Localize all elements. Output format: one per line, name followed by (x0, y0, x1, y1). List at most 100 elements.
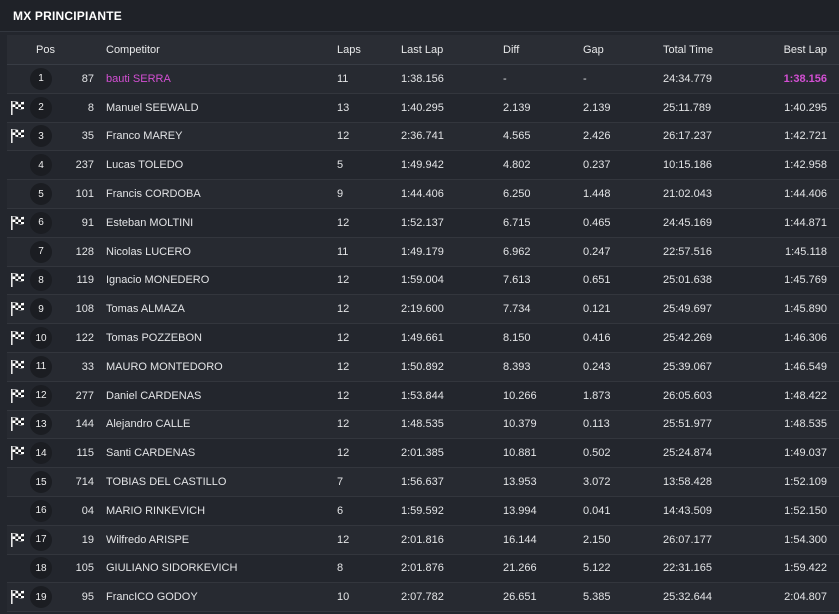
competitor-name[interactable]: Alejandro CALLE (106, 418, 190, 430)
rider-number: 91 (81, 216, 94, 229)
diff-cell: 6.250 (503, 188, 531, 201)
table-row[interactable]: 17 19 Wilfredo ARISPE 12 2:01.816 16.144 2.150… (7, 525, 839, 555)
best-lap-cell: 1:49.037 (784, 447, 827, 460)
gap-cell: 2.150 (583, 533, 611, 546)
best-lap-cell: 1:40.295 (784, 101, 827, 114)
competitor-name[interactable]: Francis CORDOBA (106, 188, 201, 200)
table-row[interactable]: 2 8 Manuel SEEWALD 13 1:40.295 2.139 2.139 25:1… (7, 93, 839, 123)
diff-cell: 10.266 (503, 389, 537, 402)
last-lap-cell: 1:53.844 (401, 389, 444, 402)
competitor-name[interactable]: FrancICO GODOY (106, 591, 198, 603)
laps-cell: 13 (337, 101, 350, 114)
diff-cell: 13.994 (503, 504, 537, 517)
competitor-name[interactable]: Tomas POZZEBON (106, 332, 202, 344)
gap-cell: 2.426 (583, 130, 611, 143)
competitor-name[interactable]: Santi CARDENAS (106, 447, 195, 459)
header-last-lap[interactable]: Last Lap (401, 44, 443, 56)
total-time-cell: 25:32.644 (663, 591, 712, 604)
last-lap-cell: 1:49.661 (401, 332, 444, 345)
best-lap-cell: 1:44.406 (784, 188, 827, 201)
best-lap-cell: 1:44.871 (784, 216, 827, 229)
last-lap-cell: 1:48.535 (401, 418, 444, 431)
header-gap[interactable]: Gap (583, 44, 604, 56)
last-lap-cell: 2:01.876 (401, 562, 444, 575)
competitor-name[interactable]: MAURO MONTEDORO (106, 361, 223, 373)
header-competitor[interactable]: Competitor (106, 44, 160, 56)
table-row[interactable]: 5 101 Francis CORDOBA 9 1:44.406 6.250 1.448 21… (7, 180, 839, 209)
rider-number: 119 (76, 274, 94, 287)
competitor-name[interactable]: Wilfredo ARISPE (106, 534, 189, 546)
table-row[interactable]: 13 144 Alejandro CALLE 12 1:48.535 10.379 0.11… (7, 410, 839, 440)
table-row[interactable]: 7 128 Nicolas LUCERO 11 1:49.179 6.962 0.247 22… (7, 237, 839, 267)
laps-cell: 12 (337, 418, 350, 431)
competitor-name[interactable]: Lucas TOLEDO (106, 159, 183, 171)
competitor-name[interactable]: Nicolas LUCERO (106, 246, 191, 258)
checkered-flag-icon (10, 100, 26, 116)
table-row[interactable]: 11 33 MAURO MONTEDORO 12 1:50.892 8.393 0.243 2… (7, 352, 839, 382)
diff-cell: 21.266 (503, 562, 537, 575)
rider-number: 128 (75, 245, 94, 258)
competitor-name[interactable]: Manuel SEEWALD (106, 102, 199, 114)
diff-cell: 2.139 (503, 101, 531, 114)
laps-cell: 12 (337, 216, 350, 229)
gap-cell: 0.416 (583, 332, 611, 345)
table-row[interactable]: 10 122 Tomas POZZEBON 12 1:49.661 8.150 0.416 2… (7, 324, 839, 353)
table-row[interactable]: 12 277 Daniel CARDENAS 12 1:53.844 10.266 1.87… (7, 381, 839, 411)
laps-cell: 8 (337, 562, 344, 575)
total-time-cell: 25:11.789 (663, 101, 712, 114)
table-row[interactable]: 8 119 Ignacio MONEDERO 12 1:59.004 7.613 0.651… (7, 266, 839, 296)
header-laps[interactable]: Laps (337, 44, 361, 56)
total-time-cell: 25:24.874 (663, 447, 712, 460)
total-time-cell: 25:39.067 (663, 360, 712, 373)
table-row[interactable]: 16 04 MARIO RINKEVICH 6 1:59.592 13.994 0.041 1… (7, 496, 839, 526)
best-lap-cell: 1:45.118 (784, 245, 827, 258)
best-lap-cell: 1:42.958 (784, 159, 827, 172)
rider-number: 115 (76, 447, 94, 460)
diff-cell: 7.613 (503, 274, 531, 287)
table-row[interactable]: 4 237 Lucas TOLEDO 5 1:49.942 4.802 0.237 10:15… (7, 151, 839, 181)
rider-number: 101 (75, 188, 94, 201)
table-row[interactable]: 9 108 Tomas ALMAZA 12 2:19.600 7.734 0.121 25:4… (7, 295, 839, 325)
position-badge: 10 (30, 327, 52, 350)
checkered-flag-icon (10, 589, 26, 605)
competitor-name[interactable]: MARIO RINKEVICH (106, 505, 205, 517)
competitor-name[interactable]: GIULIANO SIDORKEVICH (106, 562, 237, 574)
header-pos[interactable]: Pos (36, 44, 55, 56)
diff-cell: 26.651 (503, 591, 537, 604)
table-row[interactable]: 19 95 FrancICO GODOY 10 2:07.782 26.651 5.385 2… (7, 583, 839, 613)
total-time-cell: 26:07.177 (663, 533, 712, 546)
table-row[interactable]: 3 35 Franco MAREY 12 2:36.741 4.565 2.426 26:17… (7, 122, 839, 152)
rider-number: 105 (75, 562, 94, 575)
last-lap-cell: 1:50.892 (401, 360, 444, 373)
diff-cell: 6.962 (503, 245, 531, 258)
header-diff[interactable]: Diff (503, 44, 519, 56)
rider-number: 8 (87, 101, 94, 114)
competitor-name[interactable]: Tomas ALMAZA (106, 303, 185, 315)
last-lap-cell: 2:36.741 (401, 130, 444, 143)
rider-number: 19 (81, 533, 94, 546)
rider-number: 35 (81, 130, 94, 143)
competitor-name[interactable]: Esteban MOLTINI (106, 217, 193, 229)
position-badge: 8 (30, 269, 52, 292)
header-total-time[interactable]: Total Time (663, 44, 713, 56)
competitor-name[interactable]: TOBIAS DEL CASTILLO (106, 476, 226, 488)
best-lap-cell: 1:54.300 (784, 533, 827, 546)
competitor-name[interactable]: Daniel CARDENAS (106, 390, 201, 402)
checkered-flag-icon (10, 388, 26, 404)
best-lap-cell: 1:46.306 (784, 332, 827, 345)
position-badge: 14 (30, 442, 52, 465)
competitor-name[interactable]: Ignacio MONEDERO (106, 274, 209, 286)
checkered-flag-icon (10, 532, 26, 548)
table-row[interactable]: 14 115 Santi CARDENAS 12 2:01.385 10.881 0.502… (7, 439, 839, 469)
laps-cell: 9 (337, 188, 344, 201)
table-row[interactable]: 6 91 Esteban MOLTINI 12 1:52.137 6.715 0.465 24… (7, 208, 839, 238)
header-best-lap[interactable]: Best Lap (784, 44, 827, 56)
competitor-name[interactable]: Franco MAREY (106, 130, 182, 142)
total-time-cell: 25:01.638 (663, 274, 712, 287)
total-time-cell: 24:34.779 (663, 72, 712, 85)
position-badge: 17 (30, 528, 52, 551)
competitor-name[interactable]: bauti SERRA (106, 73, 171, 85)
table-row[interactable]: 18 105 GIULIANO SIDORKEVICH 8 2:01.876 21.266… (7, 554, 839, 584)
table-row[interactable]: 1 87 bauti SERRA 11 1:38.156 - - 24:34.779 1:38.… (7, 65, 839, 94)
table-row[interactable]: 15 714 TOBIAS DEL CASTILLO 7 1:56.637 13.953 3… (7, 468, 839, 497)
